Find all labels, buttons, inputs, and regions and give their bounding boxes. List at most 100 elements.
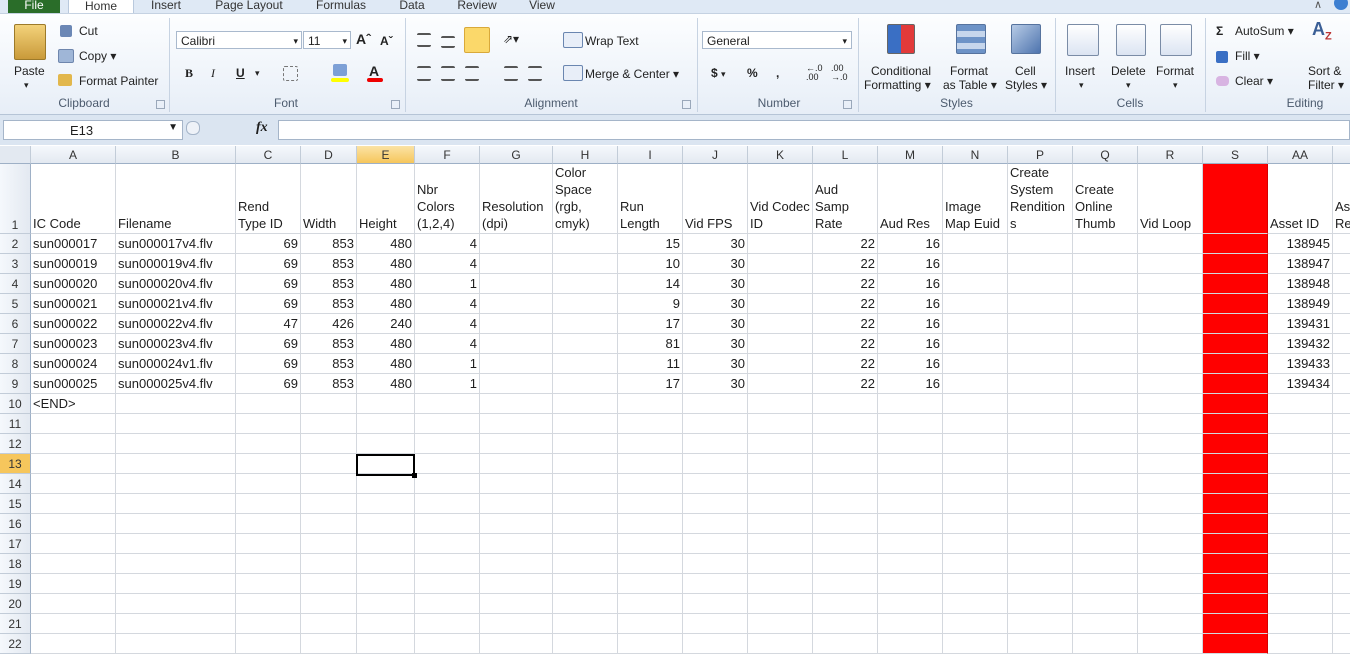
header-cell[interactable]: Vid Codec ID [748, 164, 813, 234]
header-cell[interactable]: Width [301, 164, 357, 234]
column-header[interactable]: H [553, 146, 618, 164]
empty-cell[interactable] [480, 574, 553, 594]
table-cell[interactable] [1203, 354, 1268, 374]
empty-cell[interactable] [1268, 394, 1333, 414]
delete-cells-button[interactable]: Delete [1111, 64, 1146, 78]
empty-cell[interactable] [357, 574, 415, 594]
format-as-table-label-2[interactable]: as Table ▾ [943, 78, 997, 92]
column-header[interactable]: G [480, 146, 553, 164]
increase-decimal-icon[interactable]: ←.0.00 [806, 64, 823, 82]
cut-button[interactable]: Cut [79, 24, 98, 38]
empty-cell[interactable] [415, 594, 480, 614]
empty-cell[interactable] [943, 474, 1008, 494]
conditional-formatting-label-2[interactable]: Formatting ▾ [864, 78, 931, 92]
empty-cell[interactable] [1008, 434, 1073, 454]
table-cell[interactable]: 16 [878, 334, 943, 354]
align-right-icon[interactable] [465, 66, 479, 81]
empty-cell[interactable] [1138, 554, 1203, 574]
comma-button[interactable]: , [776, 66, 779, 80]
empty-cell[interactable] [480, 434, 553, 454]
table-cell[interactable]: 69 [236, 354, 301, 374]
empty-cell[interactable] [301, 474, 357, 494]
empty-cell[interactable] [1203, 614, 1268, 634]
table-cell[interactable] [748, 314, 813, 334]
format-painter-icon[interactable] [58, 74, 72, 86]
number-format-combo[interactable]: General ▾ [702, 31, 852, 49]
empty-cell[interactable] [553, 594, 618, 614]
empty-cell[interactable] [813, 474, 878, 494]
clear-button[interactable]: Clear ▾ [1235, 74, 1273, 88]
empty-cell[interactable] [1333, 634, 1350, 654]
table-cell[interactable] [480, 274, 553, 294]
empty-cell[interactable] [1203, 434, 1268, 454]
empty-cell[interactable] [415, 634, 480, 654]
delete-cells-icon[interactable] [1116, 24, 1146, 56]
empty-cell[interactable] [236, 514, 301, 534]
table-cell[interactable] [553, 354, 618, 374]
table-cell[interactable] [553, 314, 618, 334]
table-cell[interactable] [480, 234, 553, 254]
empty-cell[interactable] [943, 434, 1008, 454]
empty-cell[interactable] [683, 394, 748, 414]
table-cell[interactable]: 22 [813, 374, 878, 394]
table-cell[interactable]: 10 [618, 254, 683, 274]
table-cell[interactable]: sun000017 [31, 234, 116, 254]
font-size-combo[interactable]: 11 ▾ [303, 31, 351, 49]
empty-cell[interactable] [683, 614, 748, 634]
empty-cell[interactable] [31, 474, 116, 494]
table-cell[interactable] [1333, 314, 1350, 334]
font-color-icon[interactable]: A [369, 64, 379, 78]
empty-cell[interactable] [236, 494, 301, 514]
empty-cell[interactable] [878, 414, 943, 434]
empty-cell[interactable] [31, 554, 116, 574]
row-header[interactable]: 11 [0, 414, 31, 434]
empty-cell[interactable] [480, 414, 553, 434]
empty-cell[interactable] [31, 534, 116, 554]
column-header[interactable]: B [116, 146, 236, 164]
row-header[interactable]: 13 [0, 454, 31, 474]
table-cell[interactable]: 9 [618, 294, 683, 314]
align-center-icon[interactable] [441, 66, 455, 81]
empty-cell[interactable] [553, 534, 618, 554]
empty-cell[interactable] [813, 634, 878, 654]
table-cell[interactable] [480, 334, 553, 354]
empty-cell[interactable] [1333, 534, 1350, 554]
empty-cell[interactable] [1008, 474, 1073, 494]
row-header[interactable]: 20 [0, 594, 31, 614]
chevron-down-icon[interactable]: ▾ [1173, 78, 1178, 92]
empty-cell[interactable] [748, 434, 813, 454]
empty-cell[interactable] [1008, 614, 1073, 634]
empty-cell[interactable] [748, 614, 813, 634]
empty-cell[interactable] [553, 494, 618, 514]
table-cell[interactable]: 139431 [1268, 314, 1333, 334]
empty-cell[interactable] [813, 434, 878, 454]
empty-cell[interactable] [236, 534, 301, 554]
empty-cell[interactable] [236, 594, 301, 614]
formula-cancel-icon[interactable] [186, 121, 200, 135]
table-cell[interactable]: sun000019v4.flv [116, 254, 236, 274]
empty-cell[interactable] [878, 594, 943, 614]
table-cell[interactable]: 4 [415, 314, 480, 334]
table-cell[interactable] [480, 254, 553, 274]
empty-cell[interactable] [1333, 494, 1350, 514]
table-cell[interactable]: 22 [813, 314, 878, 334]
empty-cell[interactable] [813, 494, 878, 514]
empty-cell[interactable] [618, 634, 683, 654]
empty-cell[interactable] [236, 474, 301, 494]
empty-cell[interactable] [1008, 454, 1073, 474]
underline-button[interactable]: U [236, 66, 245, 80]
help-icon[interactable] [1334, 0, 1348, 10]
empty-cell[interactable] [1268, 634, 1333, 654]
table-cell[interactable]: 15 [618, 234, 683, 254]
header-cell[interactable]: Create Online Thumb [1073, 164, 1138, 234]
empty-cell[interactable] [480, 534, 553, 554]
table-cell[interactable] [1073, 294, 1138, 314]
table-cell[interactable]: 47 [236, 314, 301, 334]
empty-cell[interactable] [116, 614, 236, 634]
clipboard-launcher-icon[interactable] [156, 100, 165, 109]
empty-cell[interactable] [748, 514, 813, 534]
table-cell[interactable]: 853 [301, 274, 357, 294]
empty-cell[interactable] [1268, 534, 1333, 554]
table-cell[interactable] [1203, 234, 1268, 254]
empty-cell[interactable] [1203, 414, 1268, 434]
